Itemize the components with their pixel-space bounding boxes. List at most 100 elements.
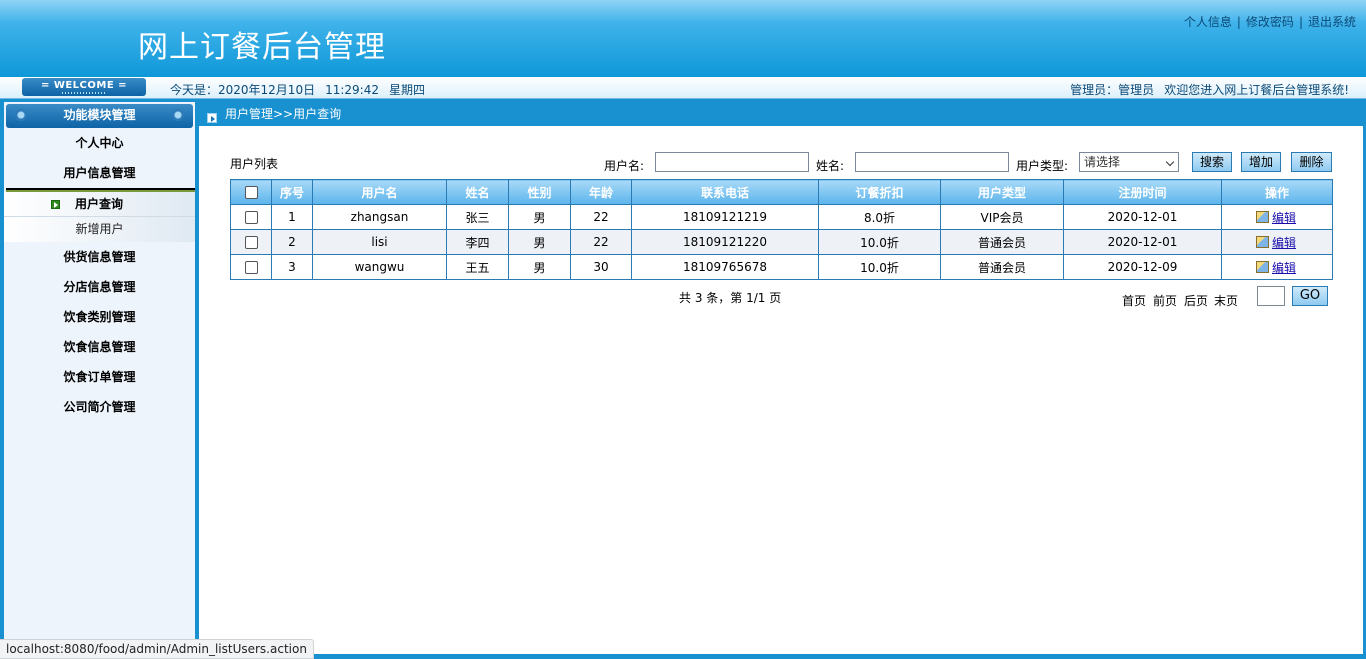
admin-label: 管理员：管理员 [1070, 83, 1155, 97]
cell-discount: 8.0折 [818, 204, 941, 230]
edit-link[interactable]: 编辑 [1272, 211, 1296, 225]
knob-icon [172, 109, 184, 121]
profile-link[interactable]: 个人信息 [1184, 15, 1232, 29]
row-select-cell [230, 254, 272, 280]
user-submenu: 用户查询 新增用户 [4, 192, 195, 242]
cell-actions: 编辑 [1221, 229, 1333, 255]
welcome-dots [62, 92, 106, 94]
link-separator: | [1236, 15, 1241, 29]
submenu-add-user[interactable]: 新增用户 [4, 217, 195, 242]
edit-link[interactable]: 编辑 [1272, 261, 1296, 275]
clock-text: 11:29:42 [325, 83, 379, 97]
knob-icon [15, 109, 27, 121]
menu-food-info-management[interactable]: 饮食信息管理 [4, 332, 195, 362]
column-header: 年龄 [570, 179, 632, 205]
edit-icon [1256, 210, 1269, 223]
column-header: 用户名 [312, 179, 447, 205]
row-checkbox[interactable] [244, 261, 258, 274]
cell-username: zhangsan [312, 204, 447, 230]
cell-user-type: 普通会员 [940, 254, 1064, 280]
link-separator: | [1298, 15, 1303, 29]
name-input[interactable] [855, 152, 1009, 172]
user-table: 序号 用户名 姓名 性别 年龄 联系电话 订餐折扣 用户类型 注册时间 操作 1… [230, 179, 1333, 280]
edit-icon [1256, 260, 1269, 273]
name-label: 姓名: [816, 159, 845, 173]
row-checkbox[interactable] [244, 211, 258, 224]
welcome-text: = WELCOME = [40, 80, 128, 91]
breadcrumb: 用户管理>>用户查询 [225, 107, 342, 121]
row-checkbox[interactable] [244, 236, 258, 249]
app-title: 网上订餐后台管理 [138, 30, 386, 65]
select-all-header [230, 179, 272, 205]
cell-actions: 编辑 [1221, 254, 1333, 280]
cell-discount: 10.0折 [818, 229, 941, 255]
cell-username: lisi [312, 229, 447, 255]
user-type-label: 用户类型: [1016, 159, 1069, 173]
page-number-input[interactable] [1257, 286, 1285, 306]
cell-user-type: VIP会员 [940, 204, 1064, 230]
submenu-user-query[interactable]: 用户查询 [4, 192, 195, 217]
cell-username: wangwu [312, 254, 447, 280]
cell-reg-date: 2020-12-01 [1063, 229, 1222, 255]
list-title: 用户列表 [230, 157, 279, 171]
header-banner: 网上订餐后台管理 个人信息 | 修改密码 | 退出系统 [0, 0, 1366, 77]
info-bar: = WELCOME = 今天是：2020年12月10日 11:29:42 星期四 管… [0, 77, 1366, 99]
delete-button[interactable]: 删除 [1291, 152, 1332, 172]
next-page-link[interactable]: 后页 [1184, 292, 1208, 309]
column-header: 姓名 [446, 179, 509, 205]
table-header-row: 序号 用户名 姓名 性别 年龄 联系电话 订餐折扣 用户类型 注册时间 操作 [230, 179, 1333, 205]
cell-no: 2 [271, 229, 313, 255]
menu-company-profile-management[interactable]: 公司简介管理 [4, 392, 195, 422]
add-button[interactable]: 增加 [1241, 152, 1281, 172]
cell-no: 3 [271, 254, 313, 280]
last-page-link[interactable]: 末页 [1214, 292, 1238, 309]
menu-supply-management[interactable]: 供货信息管理 [4, 242, 195, 272]
weekday-text: 星期四 [389, 83, 426, 97]
change-password-link[interactable]: 修改密码 [1246, 15, 1294, 29]
menu-food-category-management[interactable]: 饮食类别管理 [4, 302, 195, 332]
row-select-cell [230, 204, 272, 230]
cell-gender: 男 [508, 204, 571, 230]
first-page-link[interactable]: 首页 [1122, 292, 1146, 309]
cell-user-type: 普通会员 [940, 229, 1064, 255]
column-header: 操作 [1221, 179, 1333, 205]
logout-link[interactable]: 退出系统 [1308, 15, 1356, 29]
cell-age: 22 [570, 204, 632, 230]
sidebar-title: 功能模块管理 [6, 104, 193, 128]
chevron-down-icon [1165, 157, 1175, 167]
sidebar: 功能模块管理 个人中心 用户信息管理 用户查询 新增用户 供货信息管理 分店信息… [4, 102, 195, 648]
edit-link[interactable]: 编辑 [1272, 236, 1296, 250]
user-type-value: 请选择 [1084, 155, 1121, 169]
table-row: 2 lisi 李四 男 22 18109121220 10.0折 普通会员 20… [230, 229, 1333, 255]
menu-branch-management[interactable]: 分店信息管理 [4, 272, 195, 302]
cell-name: 张三 [446, 204, 509, 230]
select-all-checkbox[interactable] [244, 186, 258, 199]
prev-page-link[interactable]: 前页 [1153, 292, 1177, 309]
cell-age: 22 [570, 229, 632, 255]
menu-food-order-management[interactable]: 饮食订单管理 [4, 362, 195, 392]
cell-reg-date: 2020-12-09 [1063, 254, 1222, 280]
username-input[interactable] [655, 152, 809, 172]
menu-personal-center[interactable]: 个人中心 [4, 128, 195, 158]
cell-phone: 18109121219 [631, 204, 819, 230]
date-text: 今天是：2020年12月10日 [170, 83, 316, 97]
cell-name: 李四 [446, 229, 509, 255]
cell-gender: 男 [508, 254, 571, 280]
submenu-label: 用户查询 [75, 197, 124, 211]
column-header: 性别 [508, 179, 571, 205]
breadcrumb-bar: 用户管理>>用户查询 [199, 102, 1363, 126]
page-summary: 共 3 条，第 1/1 页 [679, 291, 782, 305]
menu-user-management[interactable]: 用户信息管理 [4, 158, 195, 188]
go-button[interactable]: GO [1292, 286, 1328, 306]
edit-icon [1256, 235, 1269, 248]
search-button[interactable]: 搜索 [1192, 152, 1232, 172]
username-label: 用户名: [604, 159, 645, 173]
cell-discount: 10.0折 [818, 254, 941, 280]
greeting-text: 欢迎您进入网上订餐后台管理系统! [1164, 83, 1349, 97]
user-type-select[interactable]: 请选择 [1079, 152, 1179, 172]
cell-actions: 编辑 [1221, 204, 1333, 230]
column-header: 用户类型 [940, 179, 1064, 205]
cell-phone: 18109121220 [631, 229, 819, 255]
arrow-right-icon [51, 200, 60, 209]
cell-reg-date: 2020-12-01 [1063, 204, 1222, 230]
